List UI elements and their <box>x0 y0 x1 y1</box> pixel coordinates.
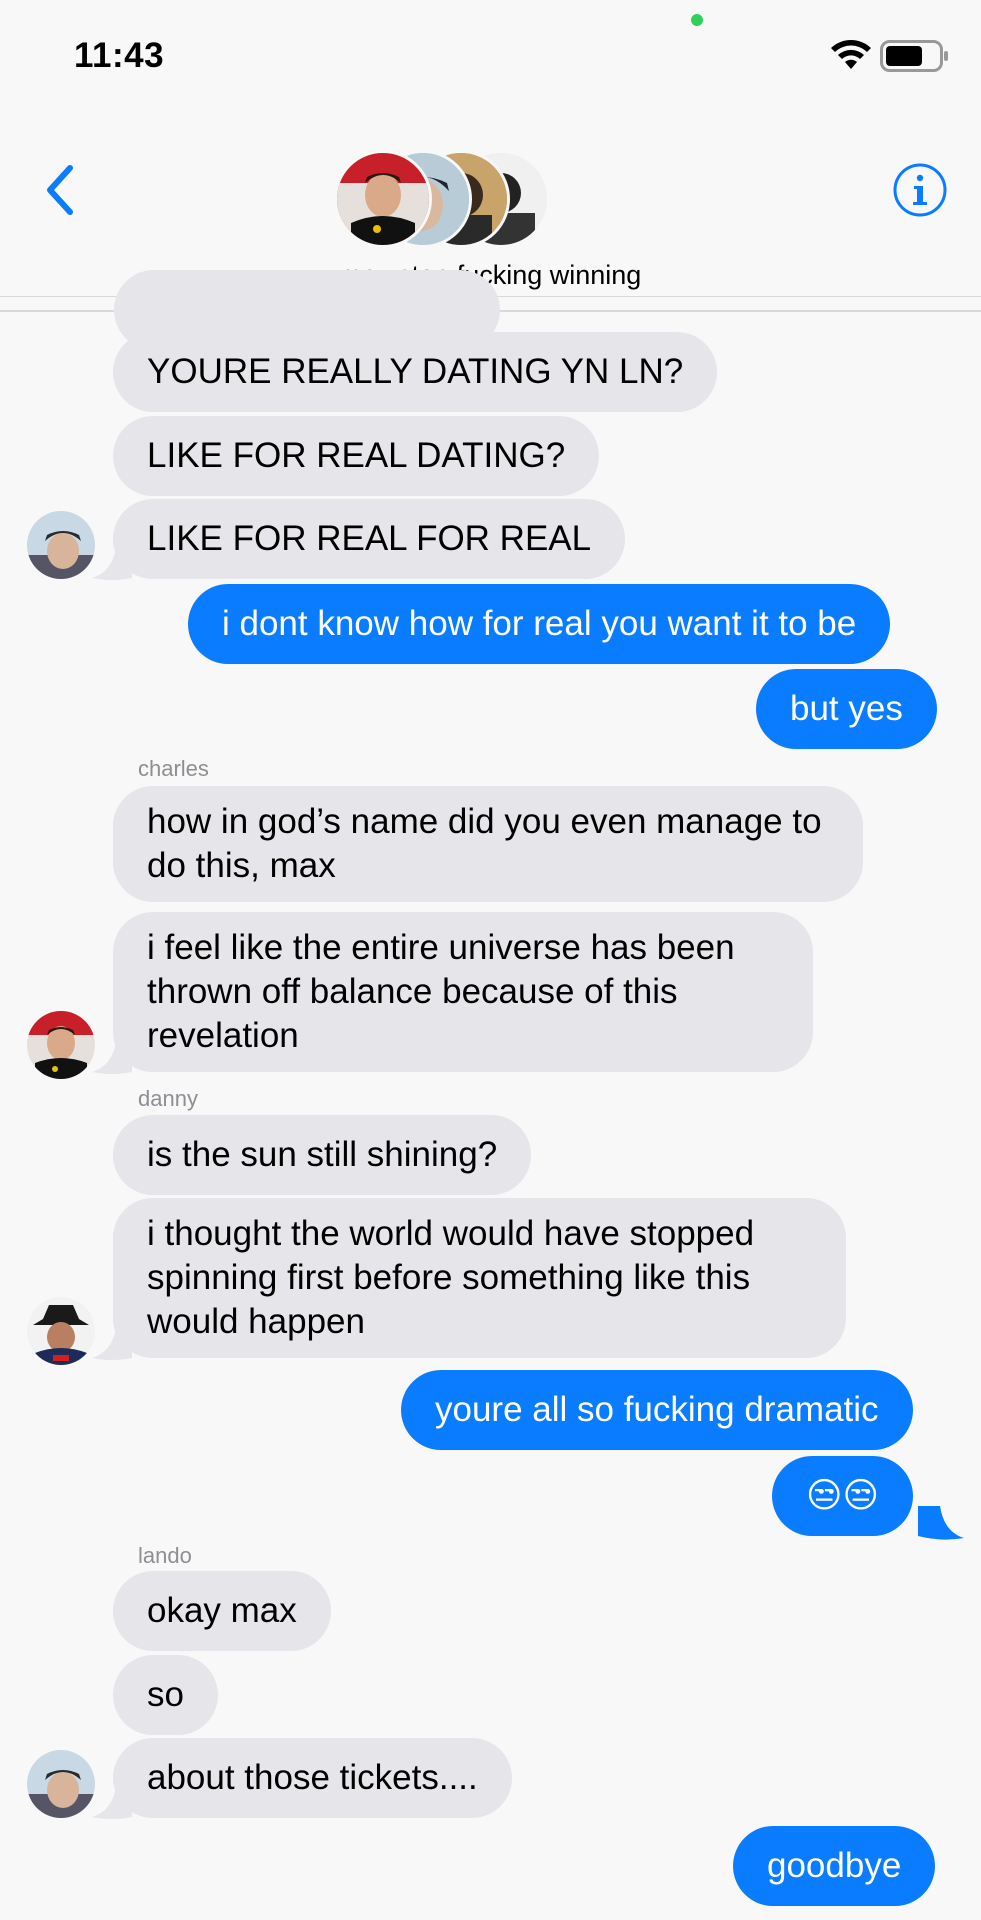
avatar-danny[interactable] <box>27 1297 95 1365</box>
message-bubble-incoming[interactable]: YOURE REALLY DATING YN LN? <box>113 332 718 412</box>
avatar-lando[interactable] <box>27 511 95 579</box>
camera-in-use-indicator <box>691 14 703 26</box>
message-bubble-incoming[interactable]: so <box>113 1655 218 1735</box>
message-bubble-incoming[interactable]: i thought the world would have stopped s… <box>113 1198 846 1358</box>
sender-name: danny <box>138 1086 198 1111</box>
bubble-tail <box>92 1042 132 1074</box>
message-bubble-outgoing[interactable]: but yes <box>756 669 937 749</box>
back-button[interactable] <box>40 160 80 220</box>
message-bubble-incoming[interactable]: how in god’s name did you even manage to… <box>113 786 863 902</box>
message-bubble-incoming[interactable]: LIKE FOR REAL DATING? <box>113 416 600 496</box>
message-bubble-outgoing[interactable]: youre all so fucking dramatic <box>401 1370 913 1450</box>
message-bubble-outgoing[interactable]: 😒😒 <box>772 1456 913 1536</box>
message-bubble-incoming[interactable]: LIKE FOR REAL FOR REAL <box>113 499 626 579</box>
bubble-tail <box>92 1787 132 1819</box>
avatar-charles[interactable] <box>27 1011 95 1079</box>
group-avatar-1 <box>334 150 432 248</box>
bubble-tail <box>918 1506 964 1540</box>
info-button[interactable] <box>892 162 948 218</box>
message-bubble-incoming[interactable]: is the sun still shining? <box>113 1115 532 1195</box>
info-icon <box>893 163 947 217</box>
chevron-left-icon <box>47 165 73 215</box>
status-bar: 11:43 <box>0 0 981 110</box>
message-thread[interactable]: YOURE REALLY DATING YN LN? LIKE FOR REAL… <box>0 270 981 1920</box>
group-avatars[interactable] <box>334 150 554 250</box>
bubble-tail <box>92 548 132 580</box>
message-bubble-outgoing[interactable]: i dont know how for real you want it to … <box>188 584 891 664</box>
status-time: 11:43 <box>74 36 165 75</box>
message-bubble-incoming[interactable]: i feel like the entire universe has been… <box>113 912 813 1072</box>
bubble-tail <box>92 1328 132 1360</box>
sender-name: charles <box>138 756 209 781</box>
sender-name: lando <box>138 1543 192 1568</box>
message-bubble-outgoing[interactable]: goodbye <box>733 1826 936 1906</box>
message-bubble-incoming[interactable]: okay max <box>113 1571 331 1651</box>
message-bubble-incoming[interactable]: about those tickets.... <box>113 1738 512 1818</box>
wifi-icon <box>828 38 874 77</box>
avatar-lando[interactable] <box>27 1750 95 1818</box>
battery-icon <box>880 40 950 77</box>
